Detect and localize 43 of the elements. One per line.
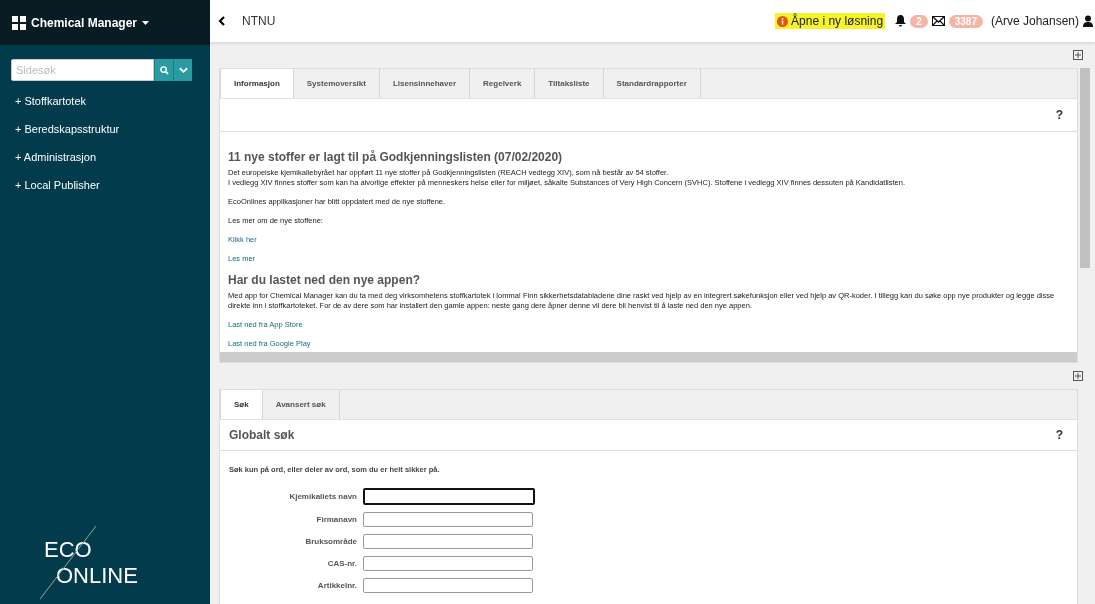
horizontal-scrollbar[interactable]	[220, 352, 1077, 362]
page-search-field[interactable]: Sidesøk	[11, 59, 154, 81]
caret-icon[interactable]	[142, 20, 150, 25]
help-icon[interactable]: ?	[1055, 108, 1063, 122]
breadcrumb: NTNU	[242, 14, 276, 28]
expand-icon[interactable]	[1073, 50, 1083, 60]
input-field[interactable]	[363, 556, 533, 571]
sidebar-item[interactable]: + Administrasjon	[0, 143, 210, 171]
new-solution-link[interactable]: Åpne i ny løsning	[775, 13, 886, 29]
dropdown-button[interactable]	[173, 59, 192, 81]
input-field[interactable]	[363, 534, 533, 549]
envelope-icon[interactable]	[931, 16, 945, 26]
panel-title: Globalt søk	[229, 428, 295, 442]
help-icon[interactable]: ?	[1055, 428, 1063, 442]
info-icon	[777, 15, 789, 27]
bell-icon[interactable]	[895, 15, 907, 27]
user-name[interactable]: (Arve Johansen)	[990, 14, 1079, 28]
message-count: 3387	[948, 14, 983, 28]
search-button[interactable]	[154, 59, 173, 81]
logo: ECO ONLINE	[38, 525, 158, 600]
back-icon[interactable]	[218, 16, 226, 26]
field-label: Firmanavn	[315, 515, 357, 524]
input-field[interactable]	[363, 512, 533, 527]
news-heading: 11 nye stoffer er lagt til på Godkjenningslisten (07/02/2020)	[228, 150, 564, 164]
search-icon	[159, 65, 169, 75]
field-label: Kjemikaliets navn	[288, 492, 357, 501]
grid-icon	[12, 15, 26, 30]
field-label: CAS-nr.	[326, 559, 357, 568]
input-field[interactable]	[363, 488, 535, 505]
news-heading: Har du lastet ned den nye appen?	[228, 273, 422, 287]
sidebar-item[interactable]: + Stoffkartotek	[0, 87, 210, 115]
tab[interactable]: Informasjon	[220, 69, 294, 98]
chevron-down-icon	[178, 66, 188, 74]
field-label: Artikkelnr.	[316, 581, 357, 590]
user-icon[interactable]	[1083, 15, 1093, 27]
app-title[interactable]: Chemical Manager	[31, 15, 138, 30]
field-label: Bruksområde	[304, 537, 357, 546]
notification-count: 2	[910, 14, 928, 28]
expand-icon[interactable]	[1073, 371, 1083, 381]
tab[interactable]: Søk	[220, 390, 263, 419]
sidebar-item[interactable]: + Local Publisher	[0, 171, 210, 199]
input-field[interactable]	[363, 578, 533, 593]
sidebar-item[interactable]: + Beredskapsstruktur	[0, 115, 210, 143]
